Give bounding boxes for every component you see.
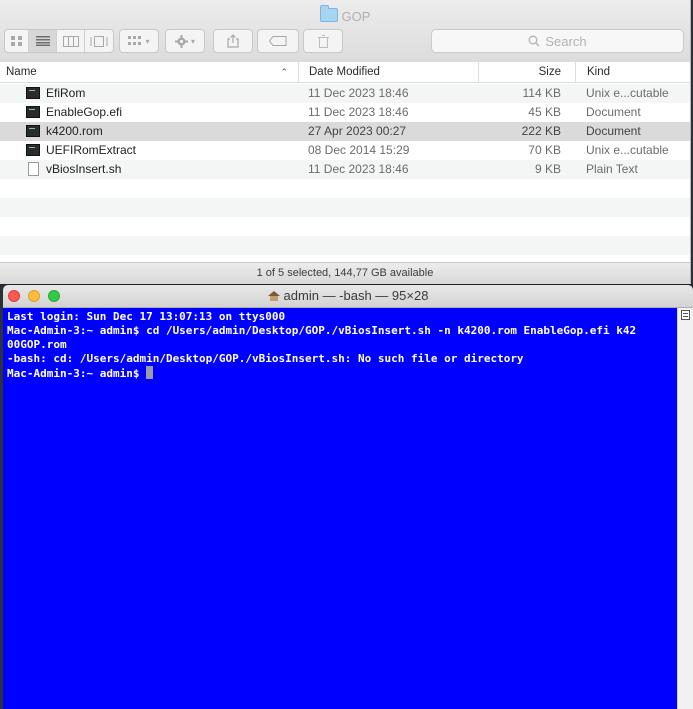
terminal-line: -bash: cd: /Users/admin/Desktop/GOP./vBi… [7, 352, 524, 365]
search-placeholder: Search [545, 33, 587, 49]
column-header-size-label: Size [538, 66, 561, 78]
file-date: 11 Dec 2023 18:46 [308, 105, 409, 119]
file-kind: Plain Text [586, 162, 638, 176]
terminal-prompt: Mac-Admin-3:~ admin$ [7, 367, 147, 380]
share-icon [227, 34, 239, 48]
executable-icon [26, 125, 40, 137]
status-bar: 1 of 5 selected, 144,77 GB available [0, 262, 690, 285]
text-document-icon [28, 162, 39, 176]
file-size: 114 KB [522, 86, 561, 100]
terminal-prompt-line[interactable]: Mac-Admin-3:~ admin$ [3, 366, 677, 381]
trash-icon [317, 34, 329, 48]
file-row-selected[interactable]: k4200.rom 27 Apr 2023 00:27 222 KB Docum… [0, 122, 690, 141]
view-mode-group [4, 29, 114, 53]
file-kind: Document [586, 105, 641, 119]
terminal-titlebar[interactable]: admin — -bash — 95×28 [3, 285, 693, 308]
file-name: UEFIRomExtract [46, 143, 137, 157]
file-row[interactable]: UEFIRomExtract 08 Dec 2014 15:29 70 KB U… [0, 141, 690, 160]
tags-group [257, 29, 299, 53]
terminal-line: 00GOP.rom [7, 338, 67, 351]
text-cursor [146, 366, 154, 379]
column-header-size[interactable]: Size [478, 62, 575, 82]
terminal-line: Last login: Sun Dec 17 13:07:13 on ttys0… [7, 310, 286, 323]
home-icon [267, 291, 280, 301]
delete-group [303, 29, 343, 53]
file-row[interactable]: EfiRom 11 Dec 2023 18:46 114 KB Unix e..… [0, 84, 690, 103]
tag-icon [269, 36, 287, 46]
search-icon [528, 35, 540, 47]
column-header-kind-label: Kind [587, 66, 611, 78]
column-header-name[interactable]: Name ⌃ [0, 62, 298, 82]
icon-view-icon [10, 36, 22, 46]
executable-icon [26, 106, 40, 118]
action-group: ▾ [165, 29, 205, 53]
icon-view-button[interactable] [5, 30, 29, 52]
search-input[interactable]: Search [431, 29, 684, 53]
gallery-view-icon [90, 35, 108, 47]
column-view-button[interactable] [57, 30, 85, 52]
empty-row [0, 198, 690, 217]
sort-ascending-icon: ⌃ [280, 67, 288, 77]
list-view-button[interactable] [29, 30, 57, 52]
empty-row [0, 179, 690, 198]
column-header: Name ⌃ Date Modified Size Kind [0, 62, 690, 83]
file-kind: Unix e...cutable [586, 86, 669, 100]
terminal-title: admin — -bash — 95×28 [3, 285, 693, 307]
empty-row [0, 217, 690, 236]
file-row[interactable]: EnableGop.efi 11 Dec 2023 18:46 45 KB Do… [0, 103, 690, 122]
file-name: vBiosInsert.sh [46, 162, 122, 176]
finder-toolbar: GOP ▾ ▾ Search [0, 0, 690, 63]
file-date: 27 Apr 2023 00:27 [308, 124, 407, 138]
file-kind: Unix e...cutable [586, 143, 669, 157]
arrange-button[interactable]: ▾ [120, 30, 158, 52]
file-size: 70 KB [528, 143, 561, 157]
split-pane-icon[interactable] [681, 310, 690, 320]
delete-button[interactable] [304, 30, 342, 52]
arrange-group: ▾ [119, 29, 159, 53]
share-button[interactable] [214, 30, 252, 52]
file-size: 222 KB [521, 124, 561, 138]
chevron-down-icon: ▾ [145, 36, 150, 46]
column-header-date[interactable]: Date Modified [298, 62, 478, 82]
column-header-name-label: Name [6, 66, 37, 78]
gear-icon [174, 34, 188, 48]
file-size: 45 KB [528, 105, 561, 119]
finder-title: GOP [0, 5, 690, 26]
finder-title-text: GOP [341, 9, 371, 24]
folder-icon [319, 5, 338, 22]
terminal-line: Mac-Admin-3:~ admin$ cd /Users/admin/Des… [7, 324, 637, 337]
executable-icon [26, 144, 40, 156]
column-header-kind[interactable]: Kind [575, 62, 690, 82]
file-date: 11 Dec 2023 18:46 [308, 86, 409, 100]
chevron-down-icon: ▾ [190, 36, 195, 46]
file-kind: Document [586, 124, 641, 138]
file-size: 9 KB [534, 162, 561, 176]
file-name: EfiRom [46, 86, 86, 100]
share-group [213, 29, 253, 53]
file-list: EfiRom 11 Dec 2023 18:46 114 KB Unix e..… [0, 84, 690, 255]
gallery-view-button[interactable] [85, 30, 113, 52]
file-name: k4200.rom [46, 124, 103, 138]
executable-icon [26, 87, 40, 99]
column-view-icon [62, 35, 79, 47]
terminal-output[interactable]: Last login: Sun Dec 17 13:07:13 on ttys0… [3, 308, 677, 709]
file-date: 11 Dec 2023 18:46 [308, 162, 409, 176]
file-row[interactable]: vBiosInsert.sh 11 Dec 2023 18:46 9 KB Pl… [0, 160, 690, 179]
action-button[interactable]: ▾ [166, 30, 204, 52]
finder-window: GOP ▾ ▾ Search Name ⌃ Date Modified Size… [0, 0, 691, 285]
terminal-title-text: admin — -bash — 95×28 [283, 288, 429, 303]
terminal-window: admin — -bash — 95×28 Last login: Sun De… [3, 285, 693, 709]
terminal-scrollbar[interactable] [677, 308, 693, 709]
file-name: EnableGop.efi [46, 105, 123, 119]
column-header-date-label: Date Modified [309, 66, 380, 78]
arrange-icon [128, 36, 142, 45]
empty-row [0, 236, 690, 255]
edit-tags-button[interactable] [258, 30, 298, 52]
list-view-icon [35, 36, 50, 46]
file-date: 08 Dec 2014 15:29 [308, 143, 410, 157]
